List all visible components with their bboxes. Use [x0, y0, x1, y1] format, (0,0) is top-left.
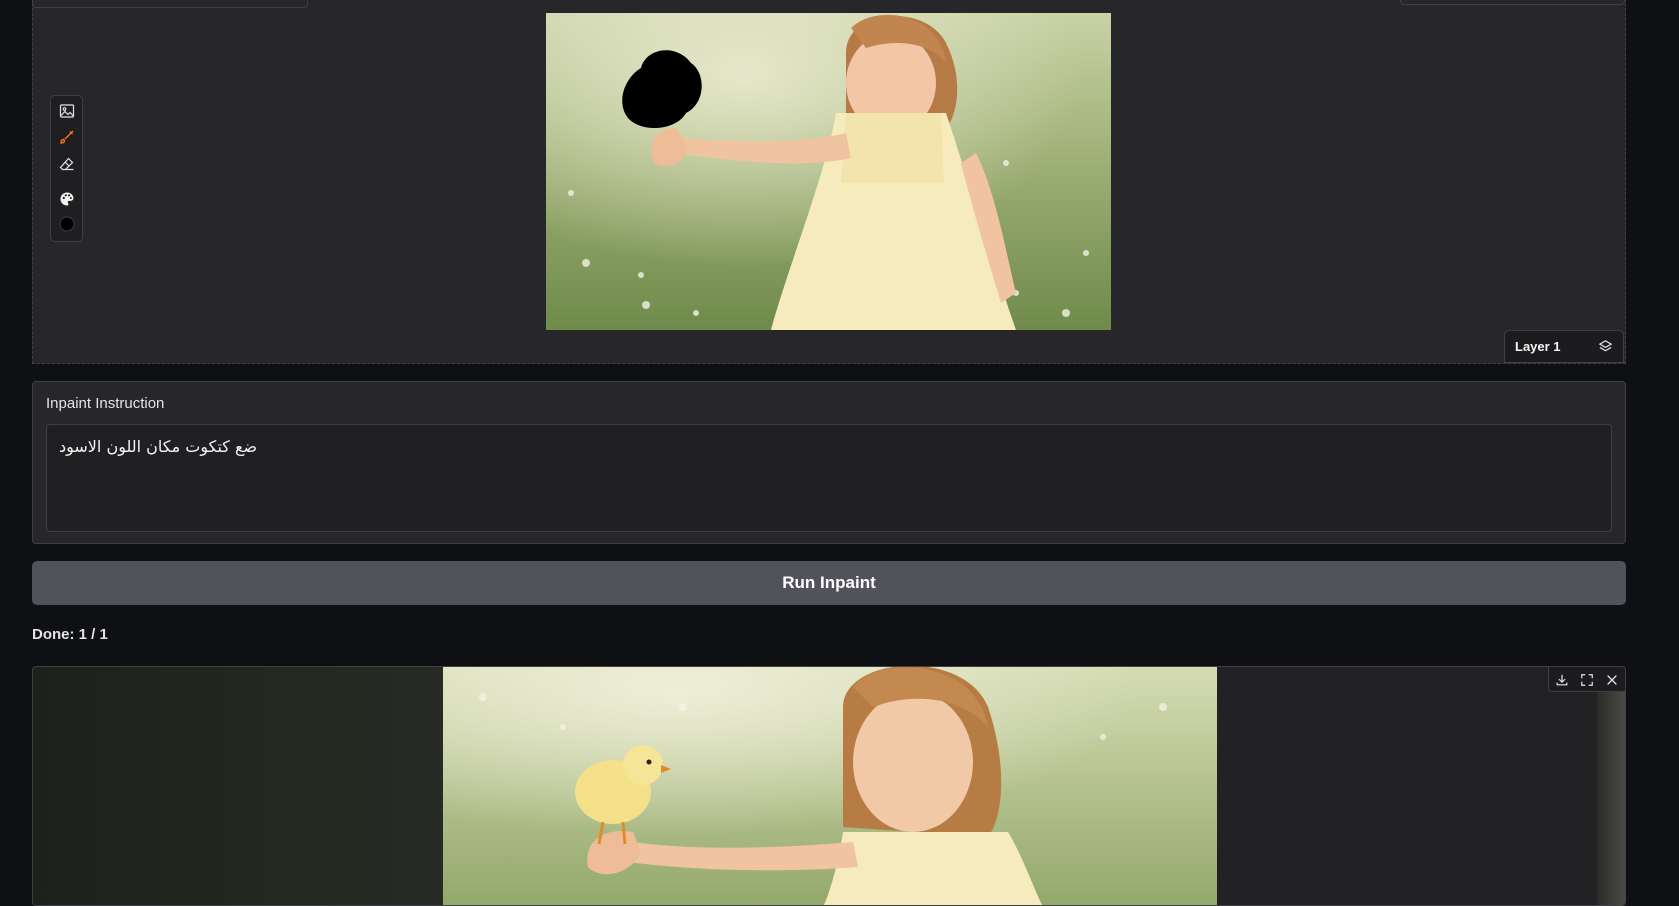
run-inpaint-button[interactable]: Run Inpaint — [32, 561, 1626, 605]
output-image[interactable] — [443, 667, 1217, 905]
brush-icon[interactable] — [51, 125, 82, 149]
download-icon[interactable] — [1549, 667, 1574, 693]
output-image-panel — [32, 666, 1626, 906]
palette-icon[interactable] — [51, 187, 82, 211]
editor-canvas-image[interactable] — [546, 13, 1111, 330]
eraser-icon[interactable] — [51, 152, 82, 176]
layers-icon — [1598, 340, 1613, 352]
output-toolbar — [1548, 666, 1626, 692]
color-swatch[interactable] — [51, 212, 82, 236]
status-text: Done: 1 / 1 — [32, 626, 108, 643]
layer-label: Layer 1 — [1515, 339, 1561, 354]
inpaint-instruction-block: Inpaint Instruction ضع كتكوت مكان اللون … — [32, 381, 1626, 544]
editor-toolbar — [50, 95, 83, 242]
layer-selector[interactable]: Layer 1 — [1504, 330, 1624, 363]
editor-top-tab — [32, 0, 308, 8]
output-blur-left — [33, 667, 443, 905]
output-blur-right — [1597, 667, 1625, 905]
editor-top-right-bar — [1400, 0, 1625, 5]
instruction-label: Inpaint Instruction — [46, 395, 165, 412]
fullscreen-icon[interactable] — [1574, 667, 1599, 693]
image-icon[interactable] — [51, 99, 82, 123]
instruction-textarea[interactable]: ضع كتكوت مكان اللون الاسود — [46, 424, 1612, 532]
close-icon[interactable] — [1600, 667, 1625, 693]
